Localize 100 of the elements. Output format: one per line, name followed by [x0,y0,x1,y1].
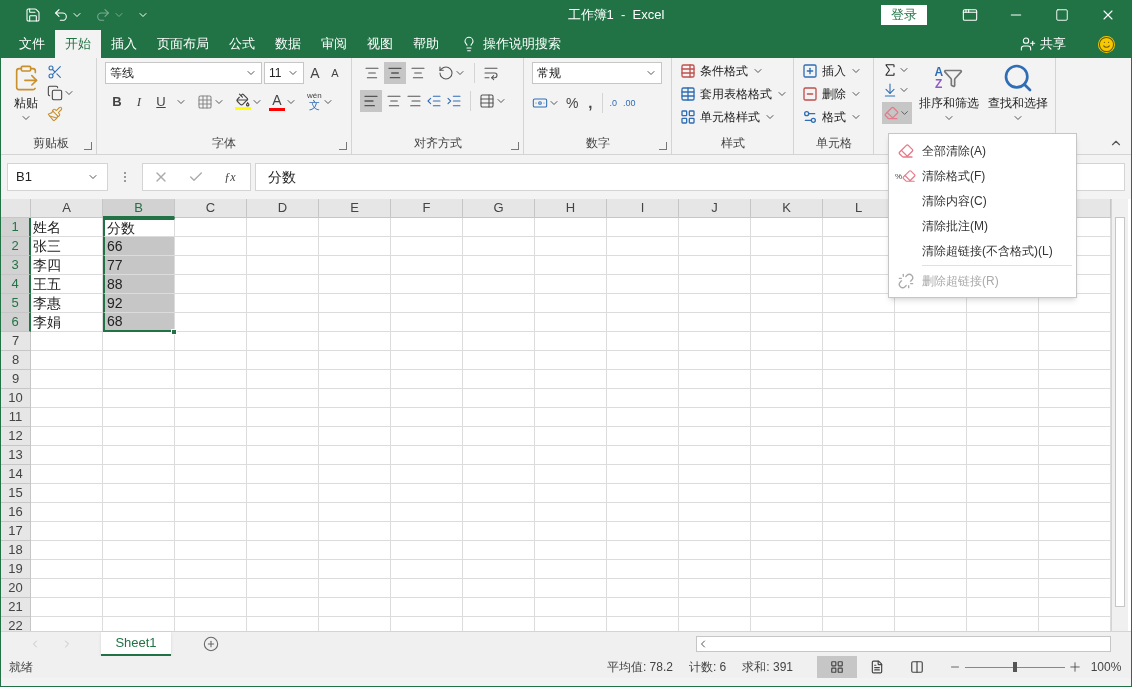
grid-cell[interactable] [247,446,319,465]
ribbon-tab[interactable]: 审阅 [311,30,357,58]
grid-cell[interactable] [607,427,679,446]
orientation-icon[interactable] [438,65,454,81]
grid-cell[interactable] [751,541,823,560]
vertical-scrollbar[interactable] [1111,199,1128,631]
grid-cell[interactable] [319,522,391,541]
grid-cell[interactable] [391,218,463,237]
grid-cell[interactable] [391,370,463,389]
grid-cell[interactable] [103,408,175,427]
font-color-button[interactable]: A [269,92,285,111]
grid-cell[interactable] [535,579,607,598]
grid-cell[interactable] [31,560,103,579]
grid-cell[interactable] [31,541,103,560]
column-header[interactable]: C [175,199,247,218]
grid-cell[interactable] [751,446,823,465]
ribbon-display-icon[interactable] [962,7,978,23]
grid-cell[interactable] [751,522,823,541]
grid-cell[interactable] [679,351,751,370]
grid-cell[interactable] [247,275,319,294]
font-name-dropdown[interactable]: 等线 [105,62,262,84]
styles-menu-button[interactable]: 套用表格格式 [680,85,789,103]
column-header[interactable]: J [679,199,751,218]
format-painter-icon[interactable] [47,106,63,122]
grid-cell[interactable] [535,598,607,617]
grid-cell[interactable] [175,370,247,389]
grid-cell[interactable] [391,275,463,294]
grid-cell[interactable]: 68 [103,313,175,332]
middle-align-icon[interactable] [384,62,406,84]
ribbon-tab[interactable]: 数据 [265,30,311,58]
grid-cell[interactable] [823,465,895,484]
row-header[interactable]: 4 [1,275,31,294]
menu-item[interactable]: % 清除格式(F) [889,163,1076,188]
grid-cell[interactable] [895,313,967,332]
grid-cell[interactable] [823,598,895,617]
copy-icon[interactable] [47,85,63,101]
grid-cell[interactable] [895,560,967,579]
styles-menu-button[interactable]: 单元格样式 [680,108,789,126]
grid-cell[interactable] [175,503,247,522]
grid-cell[interactable] [463,351,535,370]
grid-cell[interactable] [175,465,247,484]
save-icon[interactable] [25,7,41,23]
grid-cell[interactable] [247,465,319,484]
grid-cell[interactable] [175,218,247,237]
grid-cell[interactable] [751,294,823,313]
grid-cell[interactable] [391,294,463,313]
grid-cell[interactable] [823,484,895,503]
grid-cell[interactable] [823,522,895,541]
grid-cell[interactable] [391,332,463,351]
zoom-slider[interactable] [965,662,1065,672]
decrease-decimal-button[interactable]: .00 [622,98,636,108]
sheet-tab[interactable]: Sheet1 [101,632,171,656]
grid-cell[interactable] [679,427,751,446]
grid-cell[interactable] [535,389,607,408]
wrap-text-icon[interactable] [483,65,499,81]
dialog-launcher-icon[interactable] [659,142,667,150]
cells-menu-button[interactable]: 插入 [802,62,869,80]
column-header[interactable]: I [607,199,679,218]
grid-cell[interactable] [103,541,175,560]
grid-cell[interactable] [391,237,463,256]
grid-cell[interactable] [679,484,751,503]
grid-cell[interactable] [679,465,751,484]
grid-cell[interactable] [319,389,391,408]
grid-cell[interactable] [895,579,967,598]
grid-cell[interactable] [175,522,247,541]
grid-cell[interactable] [247,598,319,617]
grid-cell[interactable] [751,503,823,522]
zoom-level[interactable]: 100% [1081,658,1131,676]
row-header[interactable]: 14 [1,465,31,484]
grid-cell[interactable] [751,484,823,503]
grid-cell[interactable] [463,408,535,427]
grid-cell[interactable] [463,427,535,446]
maximize-icon[interactable] [1055,8,1069,22]
ribbon-tab[interactable]: 插入 [101,30,147,58]
grid-cell[interactable] [679,446,751,465]
grid-cell[interactable] [103,427,175,446]
grid-cell[interactable] [679,237,751,256]
grid-cell[interactable] [31,446,103,465]
grid-cell[interactable] [103,579,175,598]
grid-cell[interactable] [319,579,391,598]
grid-cell[interactable] [535,332,607,351]
grid-cell[interactable] [463,275,535,294]
grid-cell[interactable] [319,446,391,465]
grid-cell[interactable]: 88 [103,275,175,294]
dialog-launcher-icon[interactable] [339,142,347,150]
grid-cell[interactable] [679,294,751,313]
grid-cell[interactable] [319,370,391,389]
styles-menu-button[interactable]: 条件格式 [680,62,789,80]
grid-cell[interactable] [391,579,463,598]
grid-cell[interactable] [463,579,535,598]
grid-cell[interactable]: 66 [103,237,175,256]
grid-cell[interactable] [679,370,751,389]
grid-cell[interactable] [823,351,895,370]
name-box[interactable]: B1 [7,163,108,191]
grid-cell[interactable] [247,218,319,237]
undo-icon[interactable] [53,7,69,23]
ribbon-tab[interactable]: 公式 [219,30,265,58]
row-header[interactable]: 11 [1,408,31,427]
grid-cell[interactable] [319,598,391,617]
grid-cell[interactable] [31,351,103,370]
